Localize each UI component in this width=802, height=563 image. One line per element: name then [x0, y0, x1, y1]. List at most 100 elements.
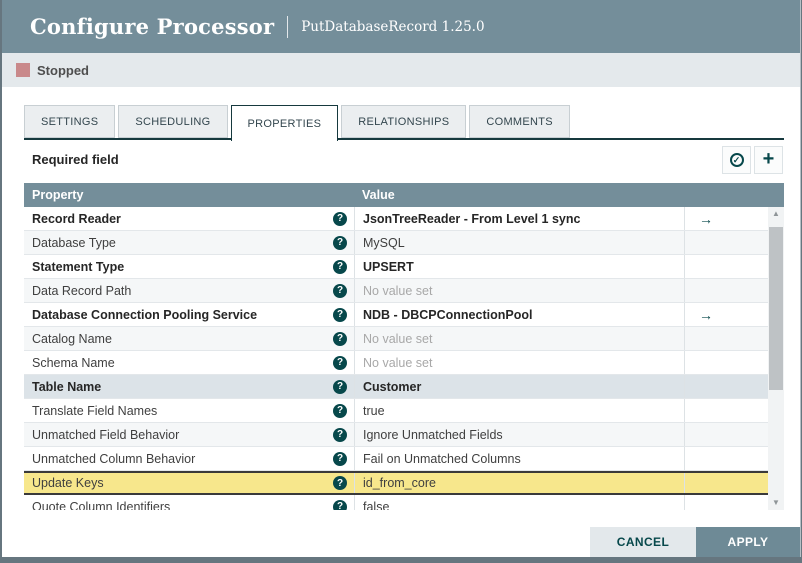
help-question-icon[interactable]: ? [333, 259, 347, 274]
go-to-service-arrow-icon[interactable]: → [699, 308, 713, 322]
scrollbar-up-arrow-icon[interactable]: ▲ [768, 207, 784, 221]
properties-table-body: Record Reader? JsonTreeReader - From Leve… [24, 207, 768, 510]
tab-properties[interactable]: PROPERTIES [230, 105, 339, 141]
help-question-icon[interactable]: ? [333, 331, 347, 346]
property-value-cell[interactable]: false [354, 495, 684, 510]
table-row[interactable]: Data Record Path? No value set [24, 279, 768, 303]
go-to-service-cell: → [684, 207, 768, 230]
property-value-cell[interactable]: UPSERT [354, 255, 684, 278]
table-row[interactable]: Table Name? Customer [24, 375, 768, 399]
help-question-icon[interactable]: ? [333, 211, 347, 226]
property-value-cell[interactable]: Ignore Unmatched Fields [354, 423, 684, 446]
add-property-button[interactable]: + [754, 146, 783, 174]
help-question-icon[interactable]: ? [333, 427, 347, 442]
table-row[interactable]: Database Connection Pooling Service? NDB … [24, 303, 768, 327]
property-name-cell: Update Keys? [24, 473, 354, 493]
go-to-service-cell [684, 351, 768, 374]
table-scrollbar[interactable]: ▲ ▼ [768, 207, 784, 510]
go-to-service-cell [684, 327, 768, 350]
property-name: Quote Column Identifiers [32, 499, 171, 511]
table-row[interactable]: Database Type? MySQL [24, 231, 768, 255]
property-name-cell: Table Name? [24, 375, 354, 398]
property-name-cell: Quote Column Identifiers? [24, 495, 354, 510]
property-name-cell: Catalog Name? [24, 327, 354, 350]
property-value-cell[interactable]: Fail on Unmatched Columns [354, 447, 684, 470]
go-to-service-cell [684, 447, 768, 470]
go-to-service-arrow-icon[interactable]: → [699, 212, 713, 226]
help-question-icon[interactable]: ? [333, 379, 347, 394]
help-question-icon[interactable]: ? [333, 283, 347, 298]
status-label: Stopped [37, 62, 89, 78]
tab-comments[interactable]: COMMENTS [469, 105, 570, 138]
help-question-icon[interactable]: ? [333, 499, 347, 510]
property-name: Unmatched Column Behavior [32, 451, 196, 466]
table-row[interactable]: Update Keys? id_from_core [24, 471, 768, 495]
cancel-button[interactable]: CANCEL [590, 527, 696, 557]
property-name: Catalog Name [32, 331, 112, 346]
go-to-service-cell [684, 375, 768, 398]
help-question-icon[interactable]: ? [333, 355, 347, 370]
table-row[interactable]: Catalog Name? No value set [24, 327, 768, 351]
table-row[interactable]: Schema Name? No value set [24, 351, 768, 375]
property-value-cell[interactable]: NDB - DBCPConnectionPool [354, 303, 684, 326]
property-value-cell[interactable]: No value set [354, 351, 684, 374]
help-question-icon[interactable]: ? [333, 307, 347, 322]
property-name-cell: Database Type? [24, 231, 354, 254]
table-row[interactable]: Statement Type? UPSERT [24, 255, 768, 279]
go-to-service-cell: → [684, 303, 768, 326]
properties-table-header: Property Value [24, 183, 784, 207]
dialog-footer: CANCEL APPLY [590, 527, 800, 557]
go-to-service-cell [684, 473, 768, 493]
property-name: Statement Type [32, 259, 125, 274]
property-name: Database Connection Pooling Service [32, 307, 258, 322]
column-header-property: Property [32, 188, 84, 202]
property-name-cell: Unmatched Column Behavior? [24, 447, 354, 470]
table-row[interactable]: Unmatched Column Behavior? Fail on Unmatc… [24, 447, 768, 471]
property-name-cell: Statement Type? [24, 255, 354, 278]
property-value-cell[interactable]: No value set [354, 327, 684, 350]
property-value-cell[interactable]: No value set [354, 279, 684, 302]
property-name-cell: Data Record Path? [24, 279, 354, 302]
nifi-canvas-background: { "dialog": { "title": "Configure Proces… [0, 0, 802, 563]
table-row[interactable]: Unmatched Field Behavior? Ignore Unmatche… [24, 423, 768, 447]
dialog-header: Configure Processor PutDatabaseRecord 1.… [2, 0, 800, 53]
tab-relationships[interactable]: RELATIONSHIPS [341, 105, 467, 138]
dialog-tabs: SETTINGS SCHEDULING PROPERTIES RELATIONSHIP… [24, 105, 570, 141]
processor-name-version: PutDatabaseRecord 1.25.0 [301, 18, 485, 35]
tab-settings[interactable]: SETTINGS [24, 105, 116, 138]
scrollbar-down-arrow-icon[interactable]: ▼ [768, 496, 784, 510]
help-question-icon[interactable]: ? [333, 403, 347, 418]
properties-table: Property Value Record Reader? JsonTreeRea… [24, 183, 784, 510]
property-name: Data Record Path [32, 283, 132, 298]
property-name: Translate Field Names [32, 403, 158, 418]
property-value-cell[interactable]: Customer [354, 375, 684, 398]
apply-button[interactable]: APPLY [696, 527, 800, 557]
stopped-status-icon [16, 63, 30, 77]
go-to-service-cell [684, 495, 768, 510]
plus-icon: + [762, 148, 775, 170]
verify-properties-button[interactable]: ✓ [722, 146, 751, 174]
property-value-cell[interactable]: MySQL [354, 231, 684, 254]
tab-scheduling[interactable]: SCHEDULING [118, 105, 228, 138]
table-row[interactable]: Quote Column Identifiers? false [24, 495, 768, 510]
help-question-icon[interactable]: ? [333, 476, 347, 490]
help-question-icon[interactable]: ? [333, 235, 347, 250]
configure-processor-dialog: Configure Processor PutDatabaseRecord 1.… [2, 0, 801, 557]
property-value-cell[interactable]: JsonTreeReader - From Level 1 sync [354, 207, 684, 230]
required-field-label: Required field [32, 152, 119, 167]
property-name: Record Reader [32, 211, 121, 226]
properties-toolbar: ✓ + [722, 146, 783, 174]
go-to-service-cell [684, 279, 768, 302]
dialog-title: Configure Processor [30, 14, 275, 39]
property-value-cell[interactable]: id_from_core [354, 473, 684, 493]
property-value-cell[interactable]: true [354, 399, 684, 422]
table-row[interactable]: Record Reader? JsonTreeReader - From Leve… [24, 207, 768, 231]
help-question-icon[interactable]: ? [333, 451, 347, 466]
scrollbar-thumb[interactable] [769, 227, 783, 390]
go-to-service-cell [684, 423, 768, 446]
table-row[interactable]: Translate Field Names? true [24, 399, 768, 423]
property-name: Update Keys [32, 476, 104, 490]
property-name: Table Name [32, 379, 102, 394]
processor-status-bar: Stopped [2, 53, 800, 87]
property-name: Database Type [32, 235, 116, 250]
